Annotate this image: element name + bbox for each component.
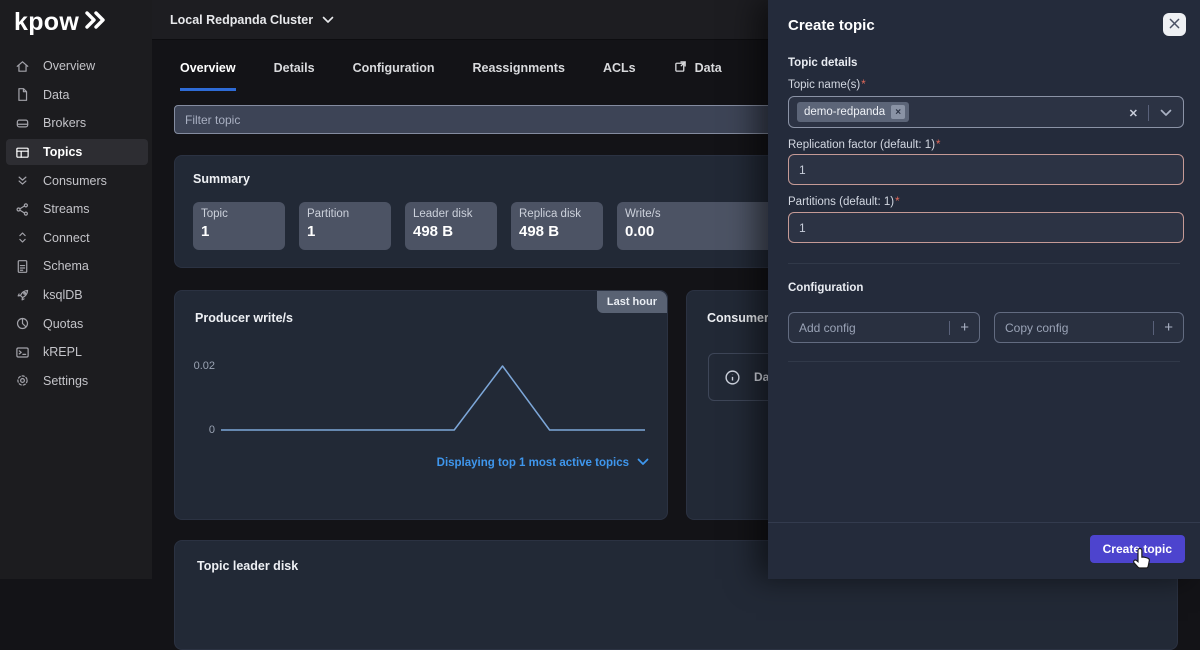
add-config-select[interactable]: Add config +: [788, 312, 980, 343]
producer-line-svg: [221, 349, 645, 441]
sidebar-item-streams[interactable]: Streams: [0, 195, 152, 224]
select-controls: ✕: [1119, 97, 1183, 129]
external-link-icon: [674, 60, 687, 76]
gear-icon: [15, 373, 30, 388]
sidebar-item-topics[interactable]: Topics: [0, 138, 152, 167]
ytick-zero: 0: [181, 424, 215, 436]
panel-title: Create topic: [788, 17, 875, 34]
tab-details[interactable]: Details: [274, 60, 315, 91]
terminal-icon: [15, 345, 30, 360]
replication-factor-label: Replication factor (default: 1)*: [788, 139, 941, 151]
sidebar-item-krepl[interactable]: kREPL: [0, 338, 152, 367]
stat-write-rate: Write/s0.00: [617, 202, 777, 250]
rocket-icon: [15, 288, 30, 303]
sidebar: kpow Overview Data Brokers Topics Consum…: [0, 0, 152, 579]
stat-replica-disk: Replica disk498 B: [511, 202, 603, 250]
close-icon: [1169, 17, 1180, 32]
chevron-down-icon[interactable]: [1149, 109, 1183, 117]
topic-name-label: Topic name(s)*: [788, 79, 866, 91]
logo-text: kpow: [14, 8, 79, 37]
add-config-plus-icon[interactable]: +: [950, 319, 979, 336]
sidebar-item-overview[interactable]: Overview: [0, 52, 152, 81]
sidebar-item-settings[interactable]: Settings: [0, 367, 152, 396]
stat-leader-disk: Leader disk498 B: [405, 202, 497, 250]
summary-title: Summary: [193, 172, 250, 186]
pie-chart-icon: [15, 316, 30, 331]
producer-write-chart-card: Last hour Producer write/s 0.02 0 Displa…: [174, 290, 668, 520]
tab-overview[interactable]: Overview: [180, 60, 236, 91]
create-topic-button[interactable]: Create topic: [1090, 535, 1185, 563]
app-logo[interactable]: kpow: [14, 8, 110, 37]
topic-tag: demo-redpanda ×: [797, 102, 909, 122]
double-chevron-logo-icon: [84, 11, 110, 34]
file-text-icon: [15, 259, 30, 274]
chevron-down-icon: [322, 13, 334, 27]
copy-config-select[interactable]: Copy config +: [994, 312, 1184, 343]
table-icon: [15, 145, 30, 160]
tab-reassignments[interactable]: Reassignments: [473, 60, 565, 91]
chevrons-up-down-icon: [15, 230, 30, 245]
chevron-down-icon: [637, 457, 649, 469]
producer-chart-title: Producer write/s: [195, 311, 293, 325]
sidebar-item-quotas[interactable]: Quotas: [0, 309, 152, 338]
home-icon: [15, 59, 30, 74]
sidebar-item-data[interactable]: Data: [0, 81, 152, 110]
tab-configuration[interactable]: Configuration: [353, 60, 435, 91]
stat-topic: Topic1: [193, 202, 285, 250]
sidebar-item-schema[interactable]: Schema: [0, 252, 152, 281]
timeframe-badge[interactable]: Last hour: [597, 291, 667, 313]
partitions-label: Partitions (default: 1)*: [788, 196, 900, 208]
share-icon: [15, 202, 30, 217]
divider: [788, 263, 1180, 264]
tab-acls[interactable]: ACLs: [603, 60, 636, 91]
tag-remove-icon[interactable]: ×: [891, 105, 905, 119]
replication-factor-input[interactable]: [788, 154, 1184, 185]
leader-disk-title: Topic leader disk: [197, 559, 298, 573]
topic-details-section-label: Topic details: [788, 57, 857, 69]
close-button[interactable]: [1163, 13, 1186, 36]
chevrons-down-icon: [15, 173, 30, 188]
copy-config-plus-icon[interactable]: +: [1154, 319, 1183, 336]
sidebar-item-brokers[interactable]: Brokers: [0, 109, 152, 138]
stat-partition: Partition1: [299, 202, 391, 250]
file-icon: [15, 87, 30, 102]
sidebar-item-connect[interactable]: Connect: [0, 224, 152, 253]
panel-footer: Create topic: [768, 522, 1200, 579]
divider: [788, 361, 1180, 362]
tab-data[interactable]: Data: [674, 60, 722, 91]
topic-name-multiselect[interactable]: demo-redpanda × ✕: [788, 96, 1184, 128]
cluster-selector[interactable]: Local Redpanda Cluster: [170, 13, 334, 27]
sidebar-item-ksqldb[interactable]: ksqlDB: [0, 281, 152, 310]
topic-tabs: Overview Details Configuration Reassignm…: [180, 60, 722, 91]
sidebar-item-consumers[interactable]: Consumers: [0, 166, 152, 195]
configuration-section-label: Configuration: [788, 282, 863, 294]
clear-icon[interactable]: ✕: [1119, 107, 1148, 120]
create-topic-panel: Create topic Topic details Topic name(s)…: [768, 0, 1200, 579]
info-icon: [724, 369, 741, 386]
drive-icon: [15, 116, 30, 131]
ytick-max: 0.02: [181, 360, 215, 372]
sidebar-nav: Overview Data Brokers Topics Consumers S…: [0, 52, 152, 395]
summary-stats: Topic1 Partition1 Leader disk498 B Repli…: [193, 202, 777, 250]
partitions-input[interactable]: [788, 212, 1184, 243]
chart-topn-link[interactable]: Displaying top 1 most active topics: [437, 457, 649, 469]
